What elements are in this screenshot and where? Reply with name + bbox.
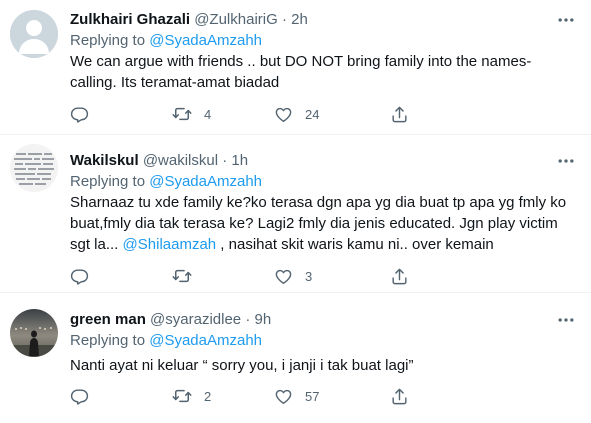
share-icon [390, 387, 409, 406]
share-icon [390, 267, 409, 286]
more-horizontal-icon [556, 310, 576, 330]
separator-dot: · [245, 311, 251, 328]
more-horizontal-icon [556, 10, 576, 30]
tweet-header: Zulkhairi Ghazali @ZulkhairiG · 2h [70, 10, 308, 29]
replying-to: Replying to @SyadaAmzahh [70, 31, 262, 50]
replying-to-label: Replying to [70, 32, 146, 49]
reply-icon [70, 105, 89, 124]
retweet-icon [172, 104, 192, 124]
timestamp[interactable]: 9h [254, 311, 271, 328]
replying-to-mention[interactable]: @SyadaAmzahh [149, 173, 262, 190]
retweet-count: 4 [204, 106, 212, 122]
replying-to-mention[interactable]: @SyadaAmzahh [149, 32, 262, 49]
timestamp[interactable]: 1h [231, 152, 248, 169]
reply-icon [70, 267, 89, 286]
display-name[interactable]: Zulkhairi Ghazali [70, 11, 190, 28]
user-handle[interactable]: @syarazidlee [150, 311, 241, 328]
tweet-text-segment: sgt la... [70, 236, 123, 253]
share-button[interactable] [390, 386, 409, 406]
retweet-button[interactable] [172, 266, 204, 286]
retweet-button[interactable]: 4 [172, 104, 211, 124]
tweet-2[interactable]: Wakilskul @wakilskul · 1h Replying to @S… [0, 135, 591, 290]
action-bar: 2 57 [70, 386, 550, 406]
share-icon [390, 105, 409, 124]
display-name[interactable]: Wakilskul [70, 152, 139, 169]
avatar-default[interactable] [10, 10, 58, 58]
retweet-button[interactable]: 2 [172, 386, 211, 406]
like-count: 57 [305, 388, 320, 404]
replying-to-label: Replying to [70, 173, 146, 190]
tweet-3[interactable]: green man @syarazidlee · 9h Replying to … [0, 293, 591, 423]
retweet-count: 2 [204, 388, 212, 404]
like-button[interactable]: 3 [274, 266, 312, 286]
display-name[interactable]: green man [70, 311, 146, 328]
tweet-header: Wakilskul @wakilskul · 1h [70, 151, 248, 170]
tweet-text: Nanti ayat ni keluar “ sorry you, i janj… [70, 355, 570, 376]
share-button[interactable] [390, 104, 409, 124]
avatar-image [10, 144, 58, 192]
tweet-text: Sharnaaz tu xde family ke?ko terasa dgn … [70, 192, 585, 255]
like-count: 3 [305, 268, 313, 284]
separator-dot: · [281, 11, 287, 28]
retweet-icon [172, 266, 192, 286]
more-options-button[interactable] [556, 310, 576, 330]
heart-icon [274, 267, 293, 286]
user-handle[interactable]: @ZulkhairiG [194, 11, 278, 28]
heart-icon [274, 105, 293, 124]
action-bar: 4 24 [70, 104, 550, 124]
like-button[interactable]: 57 [274, 386, 319, 406]
tweet-text-line: Sharnaaz tu xde family ke?ko terasa dgn … [70, 194, 567, 211]
replying-to-label: Replying to [70, 332, 146, 349]
reply-icon [70, 387, 89, 406]
tweet-text-line: calling. Its teramat-amat biadad [70, 74, 280, 91]
avatar-image [10, 309, 58, 357]
more-horizontal-icon [556, 151, 576, 171]
replying-to: Replying to @SyadaAmzahh [70, 172, 262, 191]
reply-button[interactable] [70, 104, 101, 124]
timestamp[interactable]: 2h [291, 11, 308, 28]
tweet-text: We can argue with friends .. but DO NOT … [70, 51, 570, 93]
separator-dot: · [222, 152, 228, 169]
like-button[interactable]: 24 [274, 104, 319, 124]
more-options-button[interactable] [556, 10, 576, 30]
more-options-button[interactable] [556, 151, 576, 171]
tweet-text-line: buat,fmly dia tak terasa ke? Lagi2 fmly … [70, 215, 558, 232]
default-avatar-icon [10, 10, 58, 58]
reply-button[interactable] [70, 386, 101, 406]
heart-icon [274, 387, 293, 406]
tweet-text-line: We can argue with friends .. but DO NOT … [70, 53, 532, 70]
retweet-icon [172, 386, 192, 406]
tweet-1[interactable]: Zulkhairi Ghazali @ZulkhairiG · 2h Reply… [0, 0, 591, 134]
avatar-green-man[interactable] [10, 309, 58, 357]
tweet-text-line: Nanti ayat ni keluar “ sorry you, i janj… [70, 357, 414, 374]
mention-link[interactable]: @Shilaamzah [123, 236, 217, 253]
replying-to-mention[interactable]: @SyadaAmzahh [149, 332, 262, 349]
replying-to: Replying to @SyadaAmzahh [70, 331, 262, 350]
tweet-text-segment: , nasihat skit waris kamu ni.. over kema… [216, 236, 494, 253]
reply-button[interactable] [70, 266, 101, 286]
tweet-text-line: sgt la... @Shilaamzah , nasihat skit war… [70, 234, 585, 255]
avatar-wakilskul[interactable] [10, 144, 58, 192]
tweet-header: green man @syarazidlee · 9h [70, 310, 271, 329]
action-bar: 3 [70, 266, 550, 286]
share-button[interactable] [390, 266, 409, 286]
user-handle[interactable]: @wakilskul [143, 152, 218, 169]
like-count: 24 [305, 106, 320, 122]
